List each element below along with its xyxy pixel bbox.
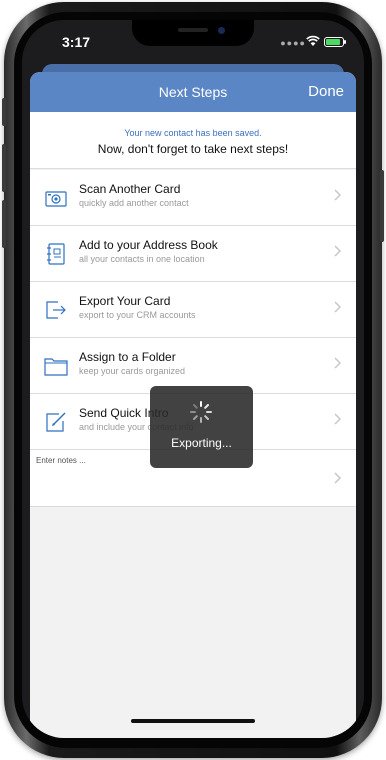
mute-switch	[2, 98, 6, 126]
exporting-toast: Exporting...	[150, 386, 253, 468]
item-title: Scan Another Card	[79, 182, 181, 196]
scan-another-card-item[interactable]: Scan Another Card quickly add another co…	[30, 170, 356, 226]
notch	[132, 20, 254, 46]
phone-screen: 3:17 ●●●● Next Steps Done Your new conta…	[22, 20, 364, 738]
wifi-icon	[306, 35, 320, 46]
folder-icon	[44, 358, 68, 376]
export-icon	[46, 301, 66, 319]
chevron-right-icon	[334, 357, 342, 369]
page-title: Next Steps	[158, 84, 228, 100]
item-title: Add to your Address Book	[79, 238, 218, 252]
done-button[interactable]: Done	[308, 83, 344, 100]
item-title: Assign to a Folder	[79, 350, 176, 364]
toast-text: Exporting...	[171, 436, 232, 450]
item-subtitle: export to your CRM accounts	[79, 310, 196, 320]
chevron-right-icon	[334, 301, 342, 313]
address-book-icon	[47, 243, 65, 265]
volume-up-button	[2, 144, 6, 192]
saved-message: Your new contact has been saved.	[124, 128, 262, 138]
battery-icon	[324, 37, 346, 47]
chevron-right-icon	[334, 472, 342, 484]
camera-icon	[45, 191, 67, 207]
front-camera	[218, 27, 225, 34]
signal-icon: ●●●●	[280, 38, 306, 48]
chevron-right-icon	[334, 245, 342, 257]
spinner-icon	[190, 401, 212, 423]
nav-bar: Next Steps Done	[30, 72, 356, 112]
power-button	[380, 170, 384, 242]
item-subtitle: all your contacts in one location	[79, 254, 205, 264]
item-subtitle: keep your cards organized	[79, 366, 186, 376]
chevron-right-icon	[334, 413, 342, 425]
saved-banner: Your new contact has been saved. Now, do…	[30, 112, 356, 169]
status-time: 3:17	[62, 34, 91, 50]
add-to-address-book-item[interactable]: Add to your Address Book all your contac…	[30, 226, 356, 282]
item-subtitle: quickly add another contact	[79, 198, 189, 208]
home-indicator[interactable]	[131, 719, 255, 723]
notes-placeholder: Enter notes ...	[36, 456, 86, 465]
chevron-right-icon	[334, 189, 342, 201]
item-title: Export Your Card	[79, 294, 171, 308]
next-steps-prompt: Now, don't forget to take next steps!	[97, 142, 289, 156]
volume-down-button	[2, 200, 6, 248]
speaker-grille	[178, 28, 208, 32]
compose-icon	[46, 412, 66, 432]
export-your-card-item[interactable]: Export Your Card export to your CRM acco…	[30, 282, 356, 338]
